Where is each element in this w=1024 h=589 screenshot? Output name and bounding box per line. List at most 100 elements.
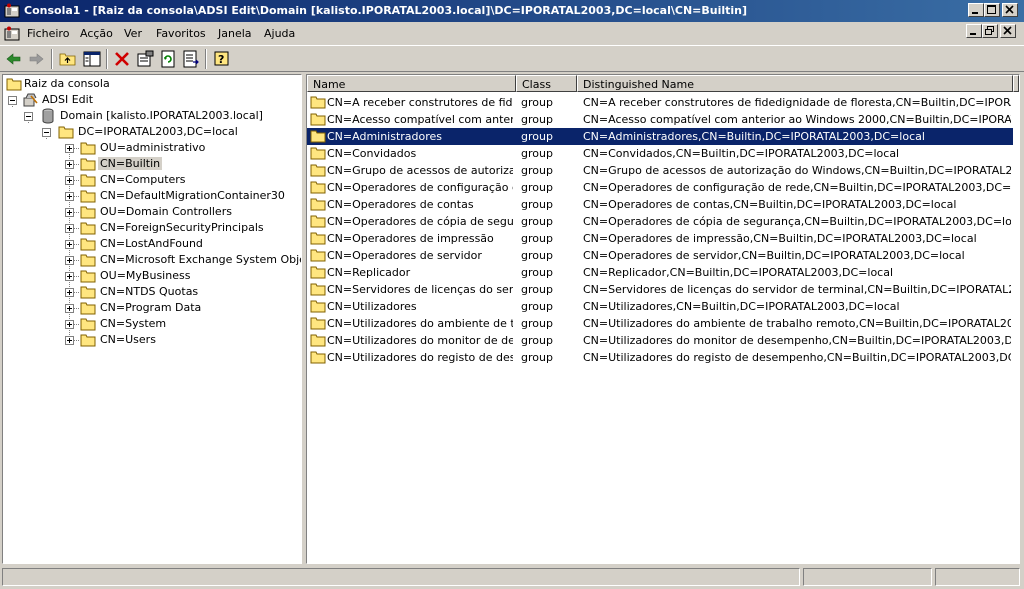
folder-icon — [310, 232, 326, 245]
expand-toggle[interactable] — [65, 272, 74, 281]
expand-toggle[interactable] — [65, 240, 74, 249]
tree-item-child[interactable]: OU=Domain Controllers — [3, 204, 301, 220]
tree-item-child[interactable]: CN=ForeignSecurityPrincipals — [3, 220, 301, 236]
list-row[interactable]: CN=Administradores group CN=Administradore… — [307, 128, 1013, 145]
tree-item-dc[interactable]: DC=IPORATAL2003,DC=local — [3, 124, 301, 140]
tree-item-child[interactable]: CN=Users — [3, 332, 301, 348]
maximize-button[interactable] — [984, 3, 1000, 17]
expand-toggle[interactable] — [65, 144, 74, 153]
expand-toggle[interactable] — [65, 208, 74, 217]
cell-dn: CN=Replicador,CN=Builtin,DC=IPORATAL2003… — [583, 266, 894, 279]
console-window-icon[interactable] — [4, 26, 20, 42]
child-restore-button[interactable] — [982, 24, 998, 38]
column-header-name[interactable]: Name — [307, 75, 516, 92]
tree-item-child[interactable]: CN=Microsoft Exchange System Objects — [3, 252, 301, 268]
console-tree[interactable]: Raiz da consola ADSI Edit Domain [kalist… — [2, 74, 302, 564]
tree-label: ADSI Edit — [42, 93, 94, 106]
cell-name: CN=Operadores de cópia de segura... — [327, 215, 513, 228]
folder-icon — [310, 215, 326, 228]
collapse-toggle[interactable] — [24, 112, 33, 121]
back-arrow-icon[interactable] — [4, 49, 24, 69]
list-row[interactable]: CN=Utilizadores do ambiente de tra... gro… — [307, 315, 1013, 332]
child-close-button[interactable] — [1000, 24, 1016, 38]
list-row[interactable]: CN=Utilizadores do monitor de dese... gro… — [307, 332, 1013, 349]
menu-favoritos[interactable]: Favoritos — [156, 27, 206, 40]
list-row[interactable]: CN=Operadores de cópia de segura... group… — [307, 213, 1013, 230]
tree-item-child[interactable]: CN=Builtin — [3, 156, 301, 172]
menu-ficheiro[interactable]: Ficheiro — [27, 27, 69, 40]
toolbar-separator — [51, 49, 53, 69]
list-row[interactable]: CN=Utilizadores group CN=Utilizadores,CN=B… — [307, 298, 1013, 315]
expand-toggle[interactable] — [65, 224, 74, 233]
list-row[interactable]: CN=Acesso compatível com anterior... grou… — [307, 111, 1013, 128]
list-row[interactable]: CN=A receber construtores de fide... grou… — [307, 94, 1013, 111]
tree-item-child[interactable]: CN=System — [3, 316, 301, 332]
expand-toggle[interactable] — [65, 160, 74, 169]
expand-toggle[interactable] — [65, 320, 74, 329]
list-row[interactable]: CN=Operadores de servidor group CN=Operado… — [307, 247, 1013, 264]
window-title: Consola1 - [Raiz da consola\ADSI Edit\Do… — [24, 4, 748, 17]
up-folder-icon[interactable] — [58, 49, 78, 69]
properties-icon[interactable] — [135, 49, 155, 69]
cell-dn: CN=Utilizadores do ambiente de trabalho … — [583, 317, 1011, 330]
tree-item-child[interactable]: OU=MyBusiness — [3, 268, 301, 284]
folder-icon — [310, 249, 326, 262]
export-list-icon[interactable] — [181, 49, 201, 69]
expand-toggle[interactable] — [65, 176, 74, 185]
tree-item-domain[interactable]: Domain [kalisto.IPORATAL2003.local] — [3, 108, 301, 124]
menu-accao[interactable]: Acção — [80, 27, 113, 40]
show-hide-tree-icon[interactable] — [82, 49, 102, 69]
tree-item-child[interactable]: CN=LostAndFound — [3, 236, 301, 252]
expand-toggle[interactable] — [65, 256, 74, 265]
cell-class: group — [521, 283, 553, 296]
tree-item-root[interactable]: Raiz da consola — [3, 76, 301, 92]
child-minimize-button[interactable] — [966, 24, 982, 38]
tree-item-child[interactable]: CN=Program Data — [3, 300, 301, 316]
folder-icon — [80, 142, 96, 155]
collapse-toggle[interactable] — [42, 128, 51, 137]
menu-janela[interactable]: Janela — [218, 27, 252, 40]
folder-icon — [310, 164, 326, 177]
list-row[interactable]: CN=Grupo de acessos de autorizaç... group… — [307, 162, 1013, 179]
expand-toggle[interactable] — [65, 192, 74, 201]
list-row[interactable]: CN=Operadores de contas group CN=Operadore… — [307, 196, 1013, 213]
list-row[interactable]: CN=Convidados group CN=Convidados,CN=Built… — [307, 145, 1013, 162]
cell-class: group — [521, 334, 553, 347]
tree-item-child[interactable]: CN=DefaultMigrationContainer30 — [3, 188, 301, 204]
details-list-view[interactable]: Name Class Distinguished Name CN=A receb… — [306, 74, 1020, 564]
menu-ajuda[interactable]: Ajuda — [264, 27, 295, 40]
list-row[interactable]: CN=Operadores de configuração de... group… — [307, 179, 1013, 196]
list-row[interactable]: CN=Utilizadores do registo de dese... gro… — [307, 349, 1013, 366]
tree-item-adsi-edit[interactable]: ADSI Edit — [3, 92, 301, 108]
refresh-icon[interactable] — [158, 49, 178, 69]
tree-item-child[interactable]: OU=administrativo — [3, 140, 301, 156]
folder-icon — [310, 317, 326, 330]
mmc-app-icon[interactable] — [4, 3, 20, 19]
tree-label: OU=administrativo — [100, 141, 206, 154]
tree-label: CN=NTDS Quotas — [100, 285, 199, 298]
expand-toggle[interactable] — [65, 304, 74, 313]
tree-item-child[interactable]: CN=NTDS Quotas — [3, 284, 301, 300]
collapse-toggle[interactable] — [8, 96, 17, 105]
tree-item-child[interactable]: CN=Computers — [3, 172, 301, 188]
cell-class: group — [521, 351, 553, 364]
column-header-class[interactable]: Class — [516, 75, 577, 92]
list-row[interactable]: CN=Operadores de impressão group CN=Operad… — [307, 230, 1013, 247]
help-icon[interactable]: ? — [212, 49, 232, 69]
forward-arrow-icon[interactable] — [26, 49, 46, 69]
minimize-button[interactable] — [968, 3, 984, 17]
list-row[interactable]: CN=Replicador group CN=Replicador,CN=Built… — [307, 264, 1013, 281]
folder-icon — [80, 158, 96, 171]
delete-icon[interactable] — [112, 49, 132, 69]
toolbar-separator — [205, 49, 207, 69]
title-bar: Consola1 - [Raiz da consola\ADSI Edit\Do… — [0, 0, 1024, 22]
expand-toggle[interactable] — [65, 336, 74, 345]
column-header-dn[interactable]: Distinguished Name — [577, 75, 1013, 92]
close-button[interactable] — [1002, 3, 1018, 17]
expand-toggle[interactable] — [65, 288, 74, 297]
list-row[interactable]: CN=Servidores de licenças do servi... gro… — [307, 281, 1013, 298]
menu-ver[interactable]: Ver — [124, 27, 142, 40]
cell-name: CN=Utilizadores do monitor de dese... — [327, 334, 513, 347]
restore-icon — [985, 26, 994, 35]
folder-icon — [310, 113, 326, 126]
